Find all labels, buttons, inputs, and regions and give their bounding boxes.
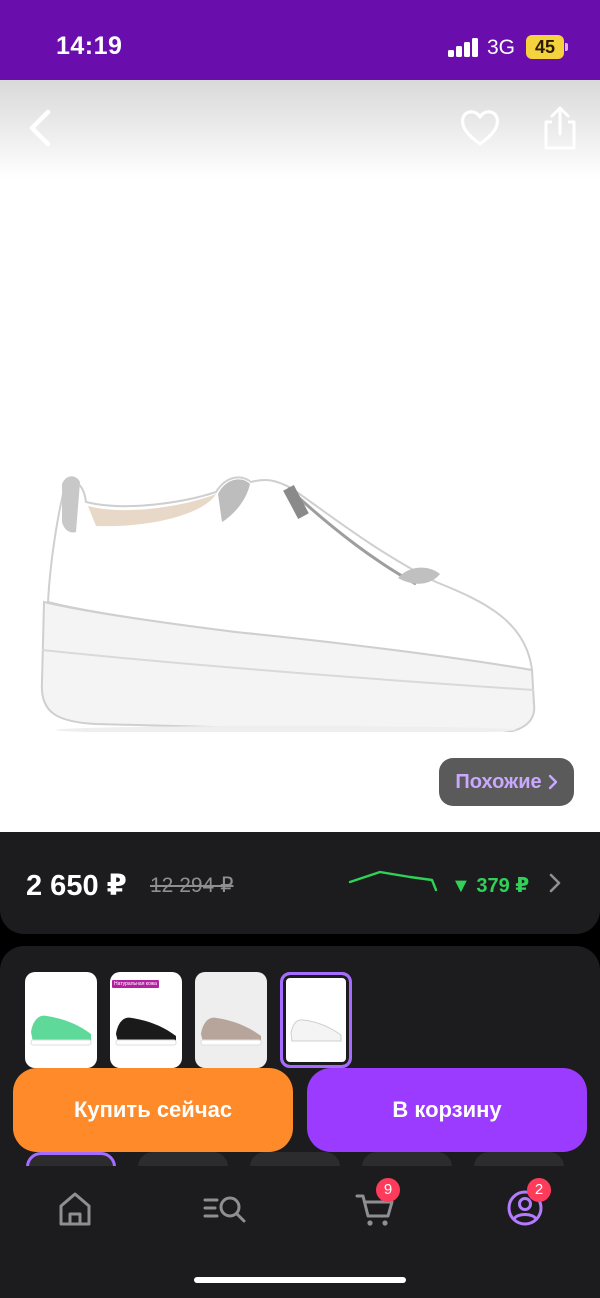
cart-badge: 9: [376, 1178, 400, 1202]
signal-icon: [448, 38, 480, 57]
battery-level: 45: [526, 35, 564, 59]
old-price: 12 294 ₽: [150, 874, 234, 897]
price-history-icon: [348, 870, 438, 892]
similar-label: Похожие: [455, 770, 542, 793]
status-bar: 14:19 3G 45: [0, 0, 600, 80]
back-button[interactable]: [22, 104, 62, 152]
tab-cart[interactable]: 9: [345, 1178, 405, 1232]
share-icon: [544, 106, 576, 150]
similar-button[interactable]: Похожие: [439, 758, 574, 806]
product-image[interactable]: [36, 472, 546, 732]
chevron-right-icon: [548, 774, 557, 790]
buy-now-button[interactable]: Купить сейчас: [13, 1068, 293, 1152]
variant-thumb-white[interactable]: [280, 972, 352, 1068]
profile-badge: 2: [527, 1178, 551, 1202]
product-gallery[interactable]: Похожие: [0, 80, 600, 832]
status-time: 14:19: [56, 32, 123, 60]
variant-thumb-green[interactable]: [25, 972, 97, 1068]
current-price: 2 650 ₽: [26, 870, 127, 902]
tab-profile[interactable]: 2: [495, 1178, 555, 1232]
price-drop: ▼ 379 ₽: [451, 875, 530, 897]
favorite-button[interactable]: [458, 106, 502, 150]
tab-catalog[interactable]: [195, 1184, 255, 1232]
variant-thumb-beige[interactable]: [195, 972, 267, 1068]
chevron-right-icon[interactable]: [548, 872, 562, 894]
variant-thumb-black[interactable]: Натуральная кожа: [110, 972, 182, 1068]
share-button[interactable]: [538, 102, 582, 152]
home-indicator: [194, 1277, 406, 1283]
price-card[interactable]: 2 650 ₽ 12 294 ₽ ▼ 379 ₽: [0, 832, 600, 934]
tab-home[interactable]: [45, 1184, 105, 1232]
add-to-cart-button[interactable]: В корзину: [307, 1068, 587, 1152]
heart-icon: [460, 110, 500, 146]
network-label: 3G: [487, 36, 516, 59]
chevron-left-icon: [29, 109, 51, 147]
home-icon: [59, 1192, 91, 1226]
catalog-search-icon: [203, 1196, 246, 1223]
battery-icon: 45: [526, 35, 568, 59]
